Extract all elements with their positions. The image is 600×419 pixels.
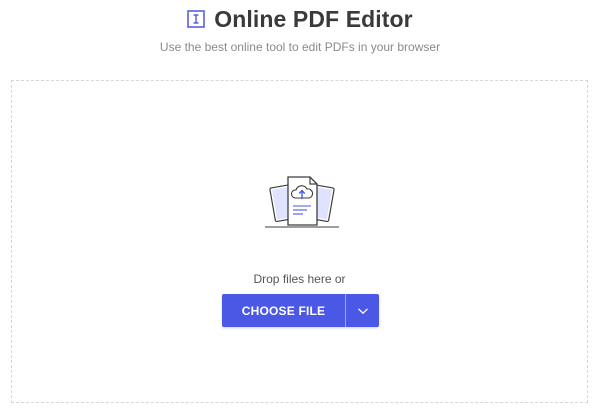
- cloud-upload-document-icon: [264, 174, 340, 230]
- choose-file-button-group: CHOOSE FILE: [222, 294, 379, 327]
- page-header: Online PDF Editor: [0, 3, 600, 35]
- page-title: Online PDF Editor: [214, 5, 413, 32]
- drop-files-prompt: Drop files here or: [253, 272, 346, 286]
- page: Online PDF Editor Use the best online to…: [0, 0, 600, 419]
- choose-file-button[interactable]: CHOOSE FILE: [222, 294, 346, 327]
- page-subtitle: Use the best online tool to edit PDFs in…: [159, 40, 441, 54]
- text-cursor-box-icon: [187, 10, 205, 28]
- upload-source-dropdown-button[interactable]: [346, 294, 379, 327]
- chevron-down-icon: [357, 307, 369, 315]
- file-drop-zone[interactable]: Drop files here or CHOOSE FILE: [11, 80, 588, 403]
